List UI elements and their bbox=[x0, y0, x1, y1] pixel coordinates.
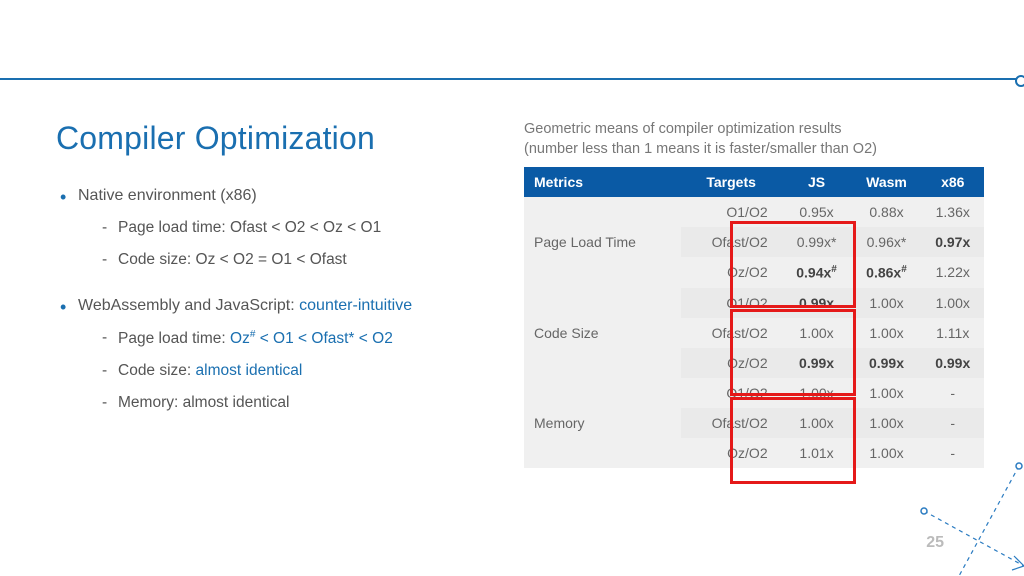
th-wasm: Wasm bbox=[851, 167, 921, 197]
table-caption: Geometric means of compiler optimization… bbox=[524, 120, 984, 159]
bullet-head: WebAssembly and JavaScript: counter-intu… bbox=[78, 297, 494, 315]
metric-cell: Page Load Time bbox=[524, 197, 681, 288]
dash-item: Page load time: Oz# < O1 < Ofast* < O2 bbox=[102, 329, 494, 348]
bullet-item: Native environment (x86) Page load time:… bbox=[56, 187, 494, 269]
dash-text: Memory: almost identical bbox=[118, 394, 289, 411]
value-cell: 0.86x# bbox=[851, 257, 921, 288]
right-column: Geometric means of compiler optimization… bbox=[524, 120, 984, 468]
table-wrap: Metrics Targets JS Wasm x86 Page Load Ti… bbox=[524, 167, 984, 468]
metric-cell: Memory bbox=[524, 378, 681, 468]
dash-text: Code size: bbox=[118, 362, 196, 379]
value-cell: 1.00x bbox=[851, 378, 921, 408]
dash-text: Page load time: bbox=[118, 219, 230, 236]
value-cell: 1.00x bbox=[851, 408, 921, 438]
value-cell: 1.11x bbox=[921, 318, 984, 348]
value-cell: 1.22x bbox=[921, 257, 984, 288]
value-cell: 1.00x bbox=[851, 318, 921, 348]
dash-text: Ofast < O2 < Oz < O1 bbox=[230, 219, 381, 236]
dash-item: Code size: Oz < O2 = O1 < Ofast bbox=[102, 251, 494, 269]
header-rule bbox=[0, 78, 1024, 80]
value-cell: 1.00x bbox=[921, 288, 984, 318]
dash-text: Page load time: bbox=[118, 330, 230, 347]
value-cell: 0.97x bbox=[921, 227, 984, 257]
slide-body: Compiler Optimization Native environment… bbox=[56, 120, 984, 468]
value-cell: 0.99x bbox=[851, 348, 921, 378]
bullet-head: Native environment (x86) bbox=[78, 187, 494, 205]
th-js: JS bbox=[782, 167, 852, 197]
metric-cell: Code Size bbox=[524, 288, 681, 378]
value-cell: - bbox=[921, 378, 984, 408]
dash-text: Oz < O2 = O1 < Ofast bbox=[196, 251, 347, 268]
th-x86: x86 bbox=[921, 167, 984, 197]
highlight-box bbox=[730, 221, 856, 308]
highlight-box bbox=[730, 397, 856, 484]
highlight-text: counter-intuitive bbox=[299, 297, 412, 314]
value-cell: 0.88x bbox=[851, 197, 921, 227]
dash-item: Memory: almost identical bbox=[102, 394, 494, 412]
slide-title: Compiler Optimization bbox=[56, 120, 494, 157]
bullet-list: Native environment (x86) Page load time:… bbox=[56, 187, 494, 412]
left-column: Compiler Optimization Native environment… bbox=[56, 120, 494, 468]
dash-item: Code size: almost identical bbox=[102, 362, 494, 380]
corner-decoration bbox=[864, 456, 1024, 576]
bullet-text: WebAssembly and JavaScript: bbox=[78, 297, 299, 314]
th-targets: Targets bbox=[681, 167, 782, 197]
dash-item: Page load time: Ofast < O2 < Oz < O1 bbox=[102, 219, 494, 237]
highlight-box bbox=[730, 309, 856, 396]
value-cell: - bbox=[921, 408, 984, 438]
bullet-item: WebAssembly and JavaScript: counter-intu… bbox=[56, 297, 494, 412]
value-cell: 1.36x bbox=[921, 197, 984, 227]
value-cell: 1.00x bbox=[851, 288, 921, 318]
value-cell: 0.96x* bbox=[851, 227, 921, 257]
value-cell: 0.99x bbox=[921, 348, 984, 378]
highlight-text: Oz# < O1 < Ofast* < O2 bbox=[230, 330, 393, 347]
th-metrics: Metrics bbox=[524, 167, 681, 197]
table-header-row: Metrics Targets JS Wasm x86 bbox=[524, 167, 984, 197]
highlight-text: almost identical bbox=[196, 362, 303, 379]
dash-text: Code size: bbox=[118, 251, 196, 268]
